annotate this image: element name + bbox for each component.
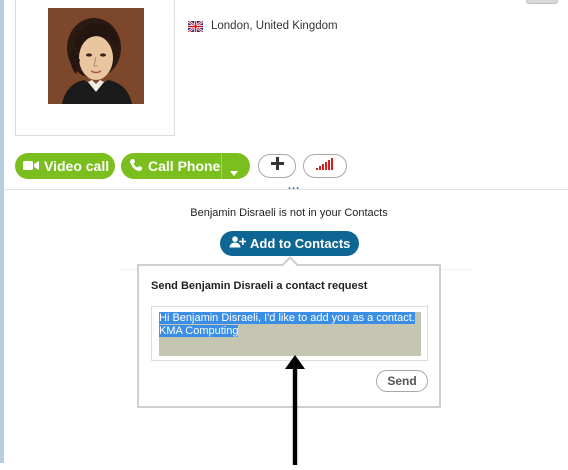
- request-message-text[interactable]: Hi Benjamin Disraeli, I'd like to add yo…: [159, 312, 421, 356]
- request-message-line2: KMA Computing: [159, 325, 239, 337]
- call-quality-icon: [316, 157, 334, 175]
- add-to-contacts-button[interactable]: Add to Contacts: [220, 231, 359, 256]
- plus-icon: [270, 157, 284, 175]
- call-phone-button[interactable]: Call Phone: [121, 153, 250, 179]
- avatar[interactable]: [48, 8, 144, 104]
- scrollbar-handle[interactable]: [526, 0, 558, 4]
- location-text: London, United Kingdom: [211, 20, 338, 32]
- popup-pointer-inner: [283, 259, 297, 266]
- video-call-button[interactable]: Video call: [15, 153, 115, 179]
- phone-icon: [129, 158, 143, 175]
- call-button-divider: [221, 153, 222, 179]
- request-message-field[interactable]: Hi Benjamin Disraeli, I'd like to add yo…: [151, 306, 428, 361]
- profile-card: [15, 0, 175, 136]
- video-call-label: Video call: [44, 158, 110, 174]
- call-quality-button[interactable]: [303, 154, 347, 178]
- popup-title: Send Benjamin Disraeli a contact request: [151, 280, 368, 292]
- send-button[interactable]: Send: [376, 370, 428, 392]
- contact-status-text: Benjamin Disraeli is not in your Contact…: [190, 207, 388, 219]
- window-left-edge: [0, 0, 4, 463]
- add-contact-icon: [229, 236, 247, 251]
- add-to-contacts-label: Add to Contacts: [250, 236, 351, 251]
- uk-flag-icon: [187, 19, 204, 33]
- location: London, United Kingdom: [187, 19, 338, 33]
- call-phone-label: Call Phone: [148, 158, 221, 174]
- add-participant-button[interactable]: [258, 154, 296, 178]
- video-camera-icon: [23, 158, 39, 174]
- arrow-up-icon: [284, 355, 306, 470]
- divider: [4, 189, 568, 190]
- request-message-line1: Hi Benjamin Disraeli, I'd like to add yo…: [159, 312, 415, 324]
- chevron-down-icon[interactable]: [230, 163, 238, 179]
